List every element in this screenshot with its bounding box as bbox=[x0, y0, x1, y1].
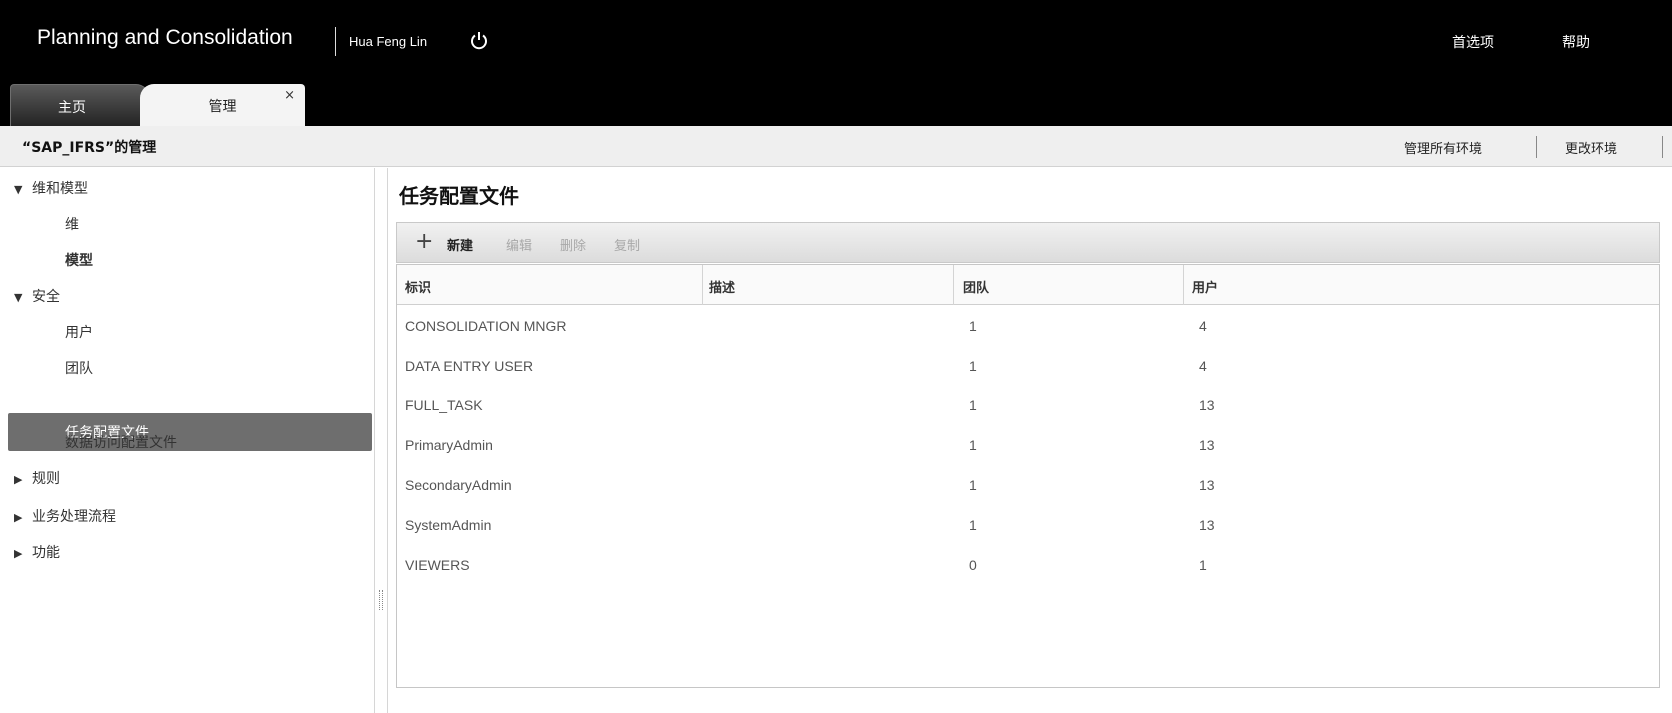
sidebar-item-label: 团队 bbox=[65, 361, 93, 377]
sidebar-group-label: 安全 bbox=[32, 289, 60, 305]
delete-button[interactable]: 删除 bbox=[560, 235, 586, 254]
tab-home[interactable]: 主页 bbox=[10, 84, 150, 126]
plus-icon[interactable]: + bbox=[415, 229, 433, 255]
cell-id: SecondaryAdmin bbox=[405, 477, 512, 493]
cell-teams: 1 bbox=[969, 318, 977, 334]
cell-users: 4 bbox=[1199, 358, 1207, 374]
cell-users: 13 bbox=[1199, 477, 1215, 493]
sidebar: ▼ 维和模型 维 模型 ▼ 安全 用户 团队 任务配置文件 数据访问配置文件 ▶ 规则… bbox=[0, 168, 374, 713]
divider bbox=[1536, 136, 1537, 158]
table-header: 标识 描述 团队 用户 bbox=[397, 265, 1659, 305]
chevron-right-icon: ▶ bbox=[14, 511, 23, 524]
table-row[interactable]: VIEWERS 0 1 bbox=[397, 545, 1659, 587]
cell-id: FULL_TASK bbox=[405, 397, 483, 413]
cell-teams: 1 bbox=[969, 358, 977, 374]
new-button[interactable]: 新建 bbox=[447, 235, 473, 254]
sidebar-group-security[interactable]: ▼ 安全 bbox=[14, 286, 60, 322]
sidebar-item-label: 数据访问配置文件 bbox=[65, 435, 177, 451]
tab-admin-label: 管理 bbox=[208, 99, 237, 115]
cell-users: 13 bbox=[1199, 517, 1215, 533]
table-row[interactable]: FULL_TASK 1 13 bbox=[397, 385, 1659, 427]
context-bar: “SAP_IFRS”的管理 管理所有环境 更改环境 bbox=[0, 126, 1672, 167]
copy-button[interactable]: 复制 bbox=[614, 235, 640, 254]
cell-teams: 1 bbox=[969, 437, 977, 453]
task-profiles-table: 标识 描述 团队 用户 CONSOLIDATION MNGR 1 4 DATA … bbox=[396, 264, 1660, 688]
user-name: Hua Feng Lin bbox=[349, 34, 428, 49]
sidebar-item-label: 用户 bbox=[65, 325, 93, 341]
sidebar-group-dimensions-models[interactable]: ▼ 维和模型 bbox=[14, 178, 88, 214]
column-divider bbox=[702, 265, 703, 305]
sidebar-group-label: 维和模型 bbox=[32, 181, 88, 197]
close-icon[interactable]: × bbox=[284, 88, 295, 103]
cell-teams: 0 bbox=[969, 557, 977, 573]
top-header: Planning and Consolidation Hua Feng Lin … bbox=[0, 0, 1672, 126]
sidebar-group-rules[interactable]: ▶ 规则 bbox=[14, 468, 60, 504]
cell-id: SystemAdmin bbox=[405, 517, 492, 533]
cell-id: PrimaryAdmin bbox=[405, 437, 493, 453]
column-header-description[interactable]: 描述 bbox=[709, 277, 735, 296]
page-context-title: “SAP_IFRS”的管理 bbox=[22, 140, 157, 156]
chevron-right-icon: ▶ bbox=[14, 473, 23, 486]
table-row[interactable]: SystemAdmin 1 13 bbox=[397, 505, 1659, 547]
drag-handle-icon[interactable] bbox=[379, 590, 383, 610]
preferences-link[interactable]: 首选项 bbox=[1452, 32, 1494, 52]
column-header-id[interactable]: 标识 bbox=[405, 277, 431, 296]
edit-button[interactable]: 编辑 bbox=[506, 235, 532, 254]
toolbar: + 新建 编辑 删除 复制 bbox=[396, 222, 1660, 263]
cell-teams: 1 bbox=[969, 397, 977, 413]
change-environment-link[interactable]: 更改环境 bbox=[1565, 138, 1617, 157]
title-divider bbox=[335, 27, 336, 56]
sidebar-item-dimensions[interactable]: 维 bbox=[65, 214, 79, 250]
sidebar-group-label: 规则 bbox=[32, 471, 60, 487]
chevron-down-icon: ▼ bbox=[14, 183, 23, 196]
page-title: 任务配置文件 bbox=[399, 184, 519, 208]
sidebar-group-label: 功能 bbox=[32, 545, 60, 561]
cell-users: 1 bbox=[1199, 557, 1207, 573]
table-row[interactable]: SecondaryAdmin 1 13 bbox=[397, 465, 1659, 507]
cell-id: VIEWERS bbox=[405, 557, 470, 573]
divider bbox=[1662, 136, 1663, 158]
power-icon[interactable] bbox=[468, 30, 490, 52]
sidebar-group-business-process-flows[interactable]: ▶ 业务处理流程 bbox=[14, 506, 116, 542]
column-header-teams[interactable]: 团队 bbox=[963, 277, 989, 296]
sidebar-group-label: 业务处理流程 bbox=[32, 509, 116, 525]
column-divider bbox=[953, 265, 954, 305]
tab-admin[interactable]: 管理 × bbox=[140, 84, 305, 126]
table-row[interactable]: CONSOLIDATION MNGR 1 4 bbox=[397, 306, 1659, 348]
help-link[interactable]: 帮助 bbox=[1562, 32, 1590, 52]
sidebar-item-label: 维 bbox=[65, 217, 79, 233]
sidebar-item-users[interactable]: 用户 bbox=[65, 322, 93, 358]
cell-id: CONSOLIDATION MNGR bbox=[405, 318, 567, 334]
sidebar-item-label: 模型 bbox=[65, 253, 93, 269]
table-row[interactable]: DATA ENTRY USER 1 4 bbox=[397, 346, 1659, 388]
column-header-users[interactable]: 用户 bbox=[1192, 277, 1218, 296]
chevron-down-icon: ▼ bbox=[14, 291, 23, 304]
panel-splitter[interactable] bbox=[374, 168, 388, 713]
table-row[interactable]: PrimaryAdmin 1 13 bbox=[397, 425, 1659, 467]
sidebar-item-task-profiles[interactable]: 任务配置文件 bbox=[8, 413, 372, 451]
tab-home-label: 主页 bbox=[58, 100, 86, 116]
cell-teams: 1 bbox=[969, 517, 977, 533]
sidebar-item-models[interactable]: 模型 bbox=[65, 250, 93, 286]
cell-id: DATA ENTRY USER bbox=[405, 358, 534, 374]
chevron-right-icon: ▶ bbox=[14, 547, 23, 560]
cell-users: 13 bbox=[1199, 397, 1215, 413]
app-title: Planning and Consolidation bbox=[37, 26, 293, 49]
cell-teams: 1 bbox=[969, 477, 977, 493]
manage-all-environments-link[interactable]: 管理所有环境 bbox=[1404, 138, 1482, 157]
sidebar-group-features[interactable]: ▶ 功能 bbox=[14, 542, 60, 578]
sidebar-item-data-access-profiles[interactable]: 数据访问配置文件 bbox=[65, 432, 177, 468]
column-divider bbox=[1183, 265, 1184, 305]
cell-users: 13 bbox=[1199, 437, 1215, 453]
cell-users: 4 bbox=[1199, 318, 1207, 334]
sidebar-item-teams[interactable]: 团队 bbox=[65, 358, 93, 394]
